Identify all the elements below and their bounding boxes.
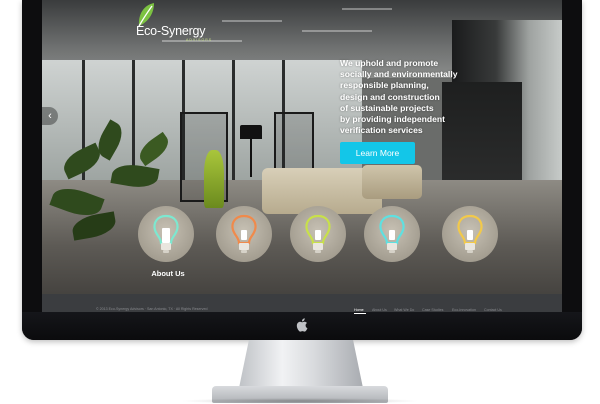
bulb-navigation <box>42 206 562 276</box>
bookshelf <box>274 112 314 172</box>
bulb-clients[interactable] <box>364 206 420 262</box>
hero-line: responsible planning, <box>340 80 429 91</box>
hero-line: design and construction <box>340 91 440 102</box>
vase-plant <box>204 150 224 208</box>
learn-more-button[interactable]: Learn More <box>340 142 415 164</box>
hero-headline: We uphold and promote socially and envir… <box>340 58 520 136</box>
lightbulb-icon <box>305 214 331 253</box>
copyright-text: © 2013 Eco-Synergy Advisors · San Antoni… <box>96 307 208 311</box>
footer-link-eco-innovation[interactable]: Eco-Innovation <box>452 308 476 312</box>
brand-tagline: ADVISORS <box>186 38 213 42</box>
bulb-services[interactable] <box>216 206 272 262</box>
lightbulb-icon <box>457 214 483 253</box>
hero-line: We uphold and promote <box>340 58 439 68</box>
footer-link-what-we-do[interactable]: What We Do <box>394 308 414 312</box>
footer-link-home[interactable]: Home <box>354 308 364 312</box>
lightbulb-icon <box>379 214 405 253</box>
footer-link-about-us[interactable]: About Us <box>372 308 387 312</box>
brand-name: Eco-Synergy <box>136 24 206 38</box>
hero-line: socially and environmentally <box>340 69 458 80</box>
monitor-chin <box>22 312 582 340</box>
hero-line: by providing independent <box>340 114 446 125</box>
hero-line: verification services <box>340 125 423 136</box>
armchair <box>362 165 422 199</box>
floor-lamp-pole <box>250 139 252 177</box>
apple-logo-icon <box>296 318 308 332</box>
chevron-left-icon: ‹ <box>48 110 52 122</box>
floor-lamp-shade <box>240 125 262 139</box>
stand-shadow <box>180 398 420 404</box>
bulb-about-us[interactable] <box>138 206 194 262</box>
hero-line: of sustainable projects <box>340 102 434 113</box>
bulb-team[interactable] <box>290 206 346 262</box>
footer-link-contact-us[interactable]: Contact Us <box>484 308 502 312</box>
lightbulb-icon <box>153 214 179 253</box>
footer-link-case-studies[interactable]: Case Studies <box>422 308 443 312</box>
website-screen: Eco-Synergy ADVISORS ‹ We uphold and pro… <box>42 0 562 312</box>
bulb-label-about-us: About Us <box>151 269 185 278</box>
lightbulb-icon <box>231 214 257 253</box>
monitor-frame: Eco-Synergy ADVISORS ‹ We uphold and pro… <box>22 0 582 340</box>
footer-active-indicator <box>354 313 366 314</box>
monitor-stand-neck <box>239 340 363 388</box>
bulb-contact[interactable] <box>442 206 498 262</box>
